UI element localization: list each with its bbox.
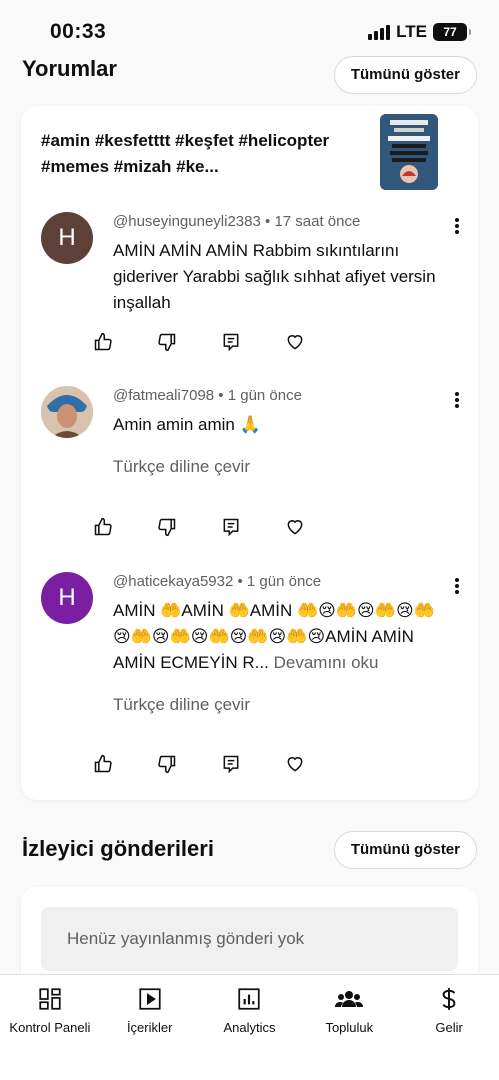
comment-item: @fatmeali7098 • 1 gün önce Amin amin ami…: [41, 386, 461, 496]
nav-analytics[interactable]: Analytics: [200, 975, 300, 1080]
comment-meta: @fatmeali7098 • 1 gün önce: [113, 387, 302, 404]
nav-label: Topluluk: [325, 1020, 374, 1035]
avatar[interactable]: H: [41, 572, 93, 624]
comment-text: AMİN 🤲AMİN 🤲AMİN 🤲😢🤲😢🤲😢🤲😢🤲😢🤲😢🤲😢🤲😢🤲😢AMİN …: [113, 598, 443, 676]
comment-text: Amin amin amin 🙏: [113, 415, 261, 434]
comment-time: 17 saat önce: [274, 213, 361, 230]
comment-text: AMİN AMİN AMİN Rabbim sıkıntılarını gide…: [113, 241, 436, 312]
comments-show-all-button[interactable]: Tümünü göster: [333, 56, 477, 94]
network-label: LTE: [396, 22, 427, 41]
comments-title: Yorumlar: [22, 56, 117, 81]
like-icon[interactable]: [93, 515, 157, 539]
heart-icon[interactable]: [285, 752, 349, 776]
video-header[interactable]: #amin #kesfetttt #keşfet #helicopter #me…: [41, 128, 381, 180]
heart-icon[interactable]: [285, 515, 349, 539]
video-title[interactable]: #amin #kesfetttt #keşfet #helicopter #me…: [41, 128, 381, 180]
nav-community[interactable]: Topluluk: [299, 975, 399, 1080]
comment-actions: [93, 330, 349, 354]
read-more-link[interactable]: Devamını oku: [274, 653, 379, 672]
like-icon[interactable]: [93, 752, 157, 776]
dashboard-icon: [36, 985, 64, 1013]
viewer-posts-show-all-button[interactable]: Tümünü göster: [333, 831, 477, 869]
comments-card: #amin #kesfetttt #keşfet #helicopter #me…: [21, 106, 478, 800]
more-options-icon[interactable]: [447, 390, 467, 414]
nav-dashboard[interactable]: Kontrol Paneli: [0, 975, 100, 1080]
comment-time: 1 gün önce: [227, 387, 302, 404]
analytics-icon: [235, 985, 263, 1013]
more-options-icon[interactable]: [447, 576, 467, 600]
comment-author[interactable]: @fatmeali7098: [113, 387, 214, 404]
like-icon[interactable]: [93, 330, 157, 354]
nav-label: Analytics: [223, 1020, 276, 1035]
dislike-icon[interactable]: [157, 515, 221, 539]
comment-time: 1 gün önce: [246, 573, 322, 590]
viewer-posts-title: İzleyici gönderileri: [22, 836, 214, 861]
reply-icon[interactable]: [221, 752, 285, 776]
avatar[interactable]: H: [41, 212, 93, 264]
comment-author[interactable]: @huseyinguneyli2383: [113, 213, 261, 230]
battery-icon: 77: [433, 23, 471, 41]
dislike-icon[interactable]: [157, 752, 221, 776]
avatar[interactable]: [41, 386, 93, 438]
comment-meta: @haticekaya5932 • 1 gün önce: [113, 573, 322, 590]
status-indicators: LTE 77: [368, 22, 471, 42]
nav-label: İçerikler: [126, 1020, 173, 1035]
nav-earn[interactable]: Gelir: [399, 975, 499, 1080]
status-time: 00:33: [50, 20, 107, 43]
empty-posts-message: Henüz yayınlanmış gönderi yok: [41, 907, 458, 971]
dislike-icon[interactable]: [157, 330, 221, 354]
signal-icon: [368, 24, 391, 40]
nav-label: Gelir: [435, 1020, 463, 1035]
translate-link[interactable]: Türkçe diline çevir: [113, 694, 443, 716]
heart-icon[interactable]: [285, 330, 349, 354]
community-icon: [335, 985, 364, 1013]
comment-actions: [93, 752, 349, 776]
status-bar: 00:33 LTE 77: [0, 0, 499, 56]
nav-label: Kontrol Paneli: [9, 1020, 91, 1035]
more-options-icon[interactable]: [447, 216, 467, 240]
reply-icon[interactable]: [221, 515, 285, 539]
translate-link[interactable]: Türkçe diline çevir: [113, 456, 443, 478]
comment-meta: @huseyinguneyli2383 • 17 saat önce: [113, 213, 361, 230]
reply-icon[interactable]: [221, 330, 285, 354]
bottom-nav: Kontrol Paneli İçerikler Analytics Toplu…: [0, 974, 499, 1080]
comment-actions: [93, 515, 349, 539]
comment-author[interactable]: @haticekaya5932: [113, 573, 233, 590]
comment-item: H @haticekaya5932 • 1 gün önce AMİN 🤲AMİ…: [41, 572, 461, 722]
video-thumbnail[interactable]: [380, 114, 438, 190]
content-icon: [136, 985, 164, 1013]
nav-content[interactable]: İçerikler: [100, 975, 200, 1080]
earn-icon: [435, 985, 463, 1013]
